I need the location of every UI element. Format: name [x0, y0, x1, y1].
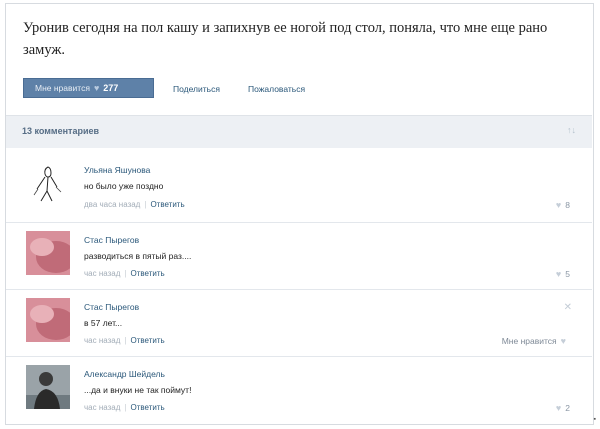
- comment-meta: час назад | Ответить: [84, 403, 165, 412]
- comment-author[interactable]: Стас Пырегов: [84, 302, 139, 312]
- comment-meta: два часа назад | Ответить: [84, 200, 185, 209]
- comment-like-button[interactable]: Мне нравится ♥: [502, 336, 570, 346]
- comment-author[interactable]: Стас Пырегов: [84, 235, 139, 245]
- comment-time[interactable]: два часа назад: [84, 200, 140, 209]
- report-link[interactable]: Пожаловаться: [248, 84, 305, 94]
- heart-icon: ♥: [555, 403, 562, 413]
- comment-item: Стас Пырегов в 57 лет... час назад | Ответ…: [6, 289, 592, 356]
- like-button[interactable]: Мне нравится ♥ 277: [23, 78, 154, 98]
- comments-header: 13 комментариев ↑↓: [6, 115, 592, 148]
- comment-like-count: 8: [565, 200, 570, 210]
- comment-time[interactable]: час назад: [84, 336, 120, 345]
- avatar[interactable]: [26, 365, 70, 409]
- sort-icon[interactable]: ↑↓: [567, 125, 576, 135]
- avatar[interactable]: [26, 231, 70, 275]
- like-count: 277: [103, 83, 119, 93]
- reply-link[interactable]: Ответить: [130, 269, 164, 278]
- reply-link[interactable]: Ответить: [130, 336, 164, 345]
- comment-author[interactable]: Александр Шейдель: [84, 369, 165, 379]
- comment-like-count: 5: [565, 269, 570, 279]
- close-icon[interactable]: ✕: [564, 302, 572, 313]
- comment-meta: час назад | Ответить: [84, 336, 165, 345]
- corner-mark-icon: ▪: [593, 416, 596, 423]
- heart-icon: ♥: [555, 200, 562, 210]
- comment-text: ...да и внуки не так поймут!: [84, 385, 192, 395]
- avatar[interactable]: [26, 298, 70, 342]
- comment-author[interactable]: Ульяна Яшунова: [84, 165, 150, 175]
- comment-like-count: 2: [565, 403, 570, 413]
- comment-time[interactable]: час назад: [84, 269, 120, 278]
- reply-link[interactable]: Ответить: [150, 200, 184, 209]
- comment-meta: час назад | Ответить: [84, 269, 165, 278]
- share-link[interactable]: Поделиться: [173, 84, 220, 94]
- comment-text: но было уже поздно: [84, 181, 164, 191]
- reply-link[interactable]: Ответить: [130, 403, 164, 412]
- comment-text: разводиться в пятый раз....: [84, 251, 192, 261]
- comment-likes[interactable]: ♥ 8: [556, 200, 570, 210]
- comment-item: Ульяна Яшунова но было уже поздно два ча…: [6, 155, 592, 217]
- heart-icon: ♥: [560, 336, 566, 346]
- comment-like-label: Мне нравится: [501, 336, 557, 346]
- heart-icon: ♥: [555, 269, 562, 279]
- comment-likes[interactable]: ♥ 2: [556, 403, 570, 413]
- comments-count[interactable]: 13 комментариев: [22, 126, 99, 136]
- comment-likes[interactable]: ♥ 5: [556, 269, 570, 279]
- comment-item: Стас Пырегов разводиться в пятый раз....…: [6, 222, 592, 289]
- heart-icon: ♥: [93, 82, 100, 93]
- comment-text: в 57 лет...: [84, 318, 123, 328]
- avatar[interactable]: [26, 161, 70, 205]
- post-text: Уронив сегодня на пол кашу и запихнув ее…: [23, 20, 548, 58]
- comment-time[interactable]: час назад: [84, 403, 120, 412]
- like-button-label: Мне нравится: [35, 83, 90, 93]
- comment-item: Александр Шейдель ...да и внуки не так п…: [6, 356, 592, 423]
